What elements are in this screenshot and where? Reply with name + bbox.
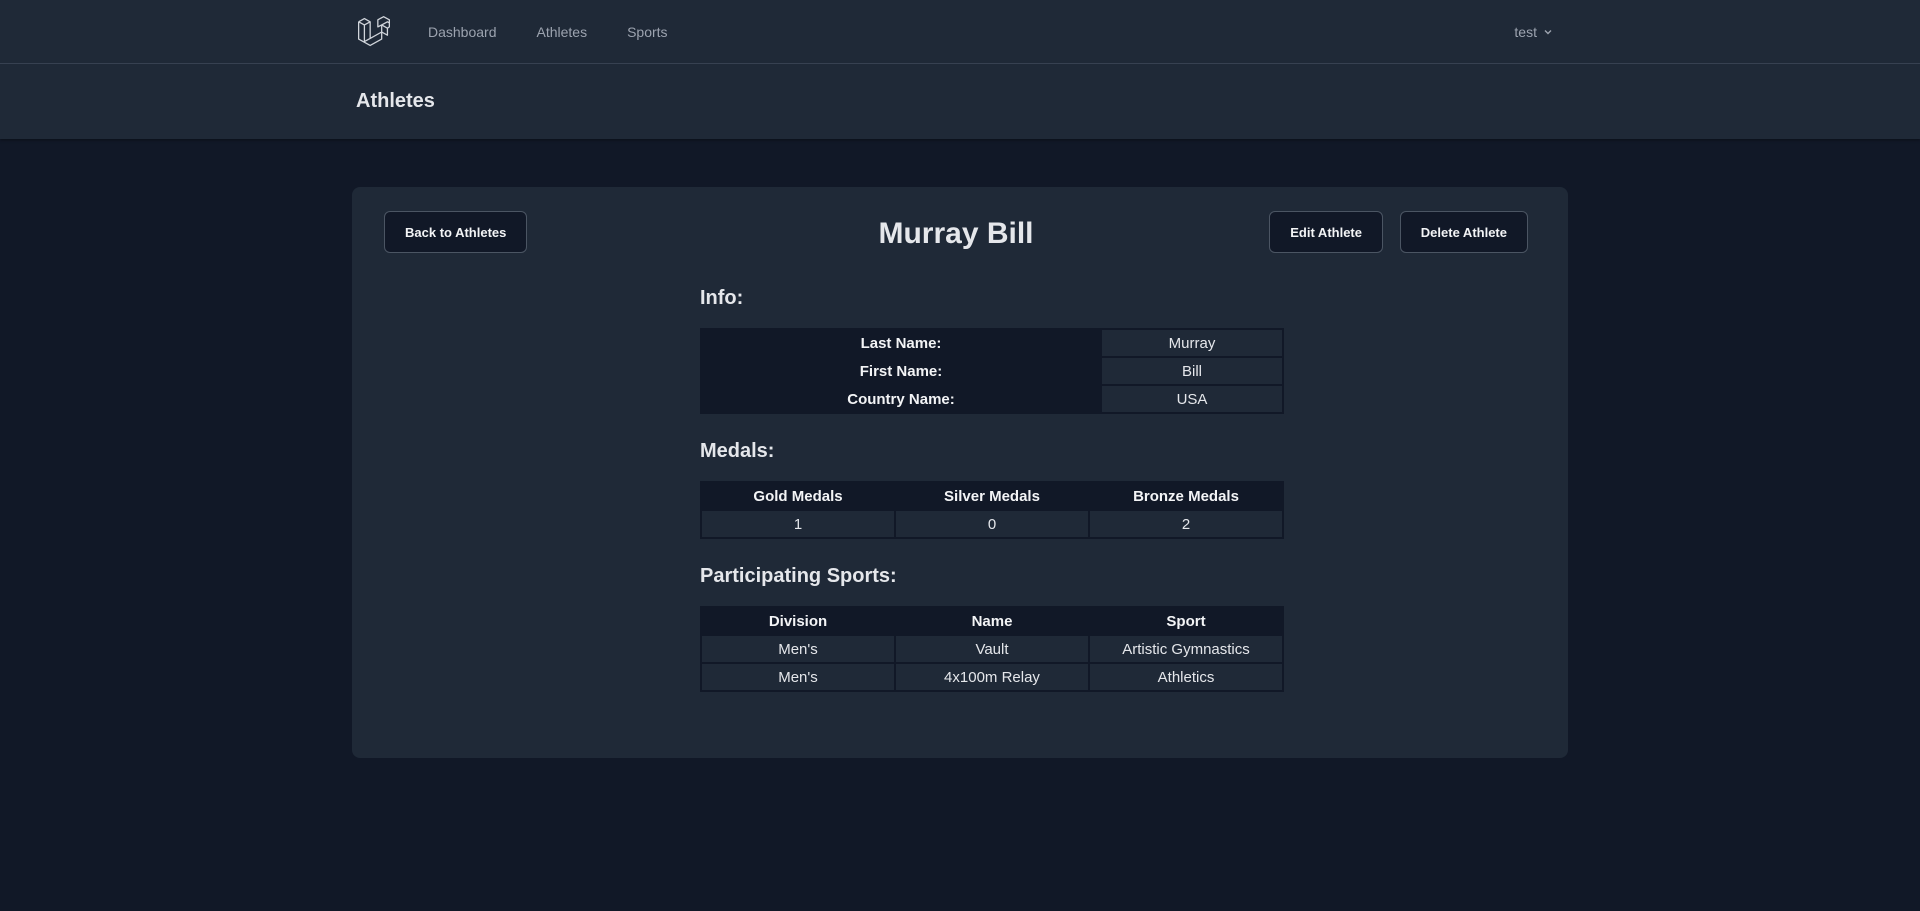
table-row: Country Name: USA xyxy=(700,384,1284,414)
card-toolbar: Back to Athletes Murray Bill Edit Athlet… xyxy=(384,211,1528,255)
table-row: Men's Vault Artistic Gymnastics xyxy=(700,634,1284,664)
sports-table: Division Name Sport Men's Vault Artistic… xyxy=(700,606,1284,692)
bronze-medals-value: 2 xyxy=(1088,509,1284,539)
country-name-label: Country Name: xyxy=(700,384,1102,414)
nav-link-sports[interactable]: Sports xyxy=(627,24,667,40)
division-cell: Men's xyxy=(700,662,896,692)
chevron-down-icon xyxy=(1543,27,1553,37)
table-row: Last Name: Murray xyxy=(700,328,1284,358)
division-header: Division xyxy=(700,606,896,636)
event-name-cell: Vault xyxy=(894,634,1090,664)
back-to-athletes-button[interactable]: Back to Athletes xyxy=(384,211,528,253)
table-row: Men's 4x100m Relay Athletics xyxy=(700,662,1284,692)
nav-inner: Dashboard Athletes Sports test xyxy=(352,0,1568,64)
table-row: 1 0 2 xyxy=(700,509,1284,539)
table-header-row: Gold Medals Silver Medals Bronze Medals xyxy=(700,481,1284,511)
medals-section-title: Medals: xyxy=(700,440,775,462)
user-menu-dropdown[interactable]: test xyxy=(1514,24,1553,40)
page-title: Athletes xyxy=(356,90,435,112)
sport-cell: Artistic Gymnastics xyxy=(1088,634,1284,664)
nav-link-dashboard[interactable]: Dashboard xyxy=(428,24,497,40)
name-header: Name xyxy=(894,606,1090,636)
table-row: First Name: Bill xyxy=(700,356,1284,386)
division-cell: Men's xyxy=(700,634,896,664)
bronze-medals-header: Bronze Medals xyxy=(1088,481,1284,511)
first-name-label: First Name: xyxy=(700,356,1102,386)
edit-athlete-button[interactable]: Edit Athlete xyxy=(1269,211,1383,253)
top-navigation: Dashboard Athletes Sports test xyxy=(0,0,1920,64)
table-header-row: Division Name Sport xyxy=(700,606,1284,636)
page-header-inner: Athletes xyxy=(352,64,1568,139)
gold-medals-value: 1 xyxy=(700,509,896,539)
first-name-value: Bill xyxy=(1100,356,1284,386)
medals-table: Gold Medals Silver Medals Bronze Medals … xyxy=(700,481,1284,539)
info-table: Last Name: Murray First Name: Bill Count… xyxy=(700,328,1284,414)
last-name-value: Murray xyxy=(1100,328,1284,358)
country-name-value: USA xyxy=(1100,384,1284,414)
sport-header: Sport xyxy=(1088,606,1284,636)
main-content: Back to Athletes Murray Bill Edit Athlet… xyxy=(0,139,1920,758)
athlete-details: Info: Last Name: Murray First Name: Bill… xyxy=(700,287,1284,692)
gold-medals-header: Gold Medals xyxy=(700,481,896,511)
user-name: test xyxy=(1514,24,1537,40)
last-name-label: Last Name: xyxy=(700,328,1102,358)
sports-section-title: Participating Sports: xyxy=(700,565,897,587)
delete-athlete-button[interactable]: Delete Athlete xyxy=(1399,211,1528,253)
page-header: Athletes xyxy=(0,64,1920,139)
laravel-logo-icon[interactable] xyxy=(356,14,392,50)
silver-medals-value: 0 xyxy=(894,509,1090,539)
info-section-title: Info: xyxy=(700,287,744,309)
sport-cell: Athletics xyxy=(1088,662,1284,692)
silver-medals-header: Silver Medals xyxy=(894,481,1090,511)
nav-link-athletes[interactable]: Athletes xyxy=(537,24,588,40)
athlete-card: Back to Athletes Murray Bill Edit Athlet… xyxy=(352,187,1568,758)
event-name-cell: 4x100m Relay xyxy=(894,662,1090,692)
